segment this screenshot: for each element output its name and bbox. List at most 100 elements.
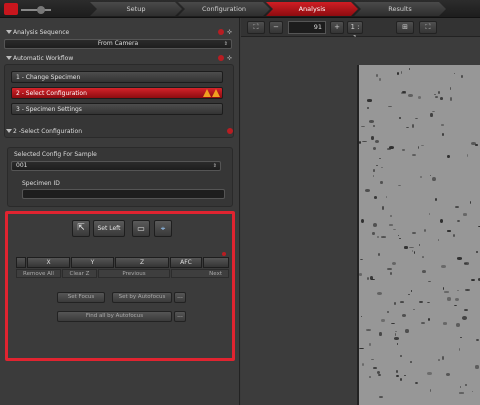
zoom-in-button[interactable]: + <box>330 21 344 34</box>
specimen-particle <box>359 259 364 261</box>
specimen-particle <box>463 262 469 265</box>
specimen-particle <box>396 374 399 377</box>
pin-icon[interactable]: ✜ <box>227 29 233 36</box>
source-dropdown[interactable]: From Camera ⇕ <box>4 39 232 49</box>
specimen-particle <box>411 231 417 234</box>
specimen-particle <box>365 188 370 193</box>
fullscreen-icon: ⛶ <box>425 23 431 31</box>
specimen-particle <box>377 253 380 257</box>
tab-configuration[interactable]: Configuration <box>178 2 270 16</box>
specimen-particle <box>413 250 415 255</box>
specimen-particle <box>373 196 378 199</box>
zoom-ratio-button[interactable]: 1 : 1 <box>347 21 363 42</box>
specimen-particle <box>426 302 430 304</box>
config-dropdown[interactable]: 001 ⇕ <box>11 161 221 171</box>
specimen-particle <box>400 301 405 304</box>
remove-all-button[interactable]: Remove All <box>16 269 61 278</box>
specimen-particle <box>381 205 385 210</box>
specimen-particle <box>457 219 460 222</box>
info-icon[interactable] <box>218 29 224 35</box>
specimen-particle <box>375 164 378 167</box>
axis-y-button[interactable]: Y <box>71 257 114 268</box>
autofocus-more-button[interactable]: ... <box>174 292 186 303</box>
specimen-particle <box>453 304 458 307</box>
zoom-out-button[interactable]: − <box>269 21 283 34</box>
specimen-particle <box>434 95 438 98</box>
specimen-particle <box>457 257 462 260</box>
info-icon[interactable] <box>227 128 233 134</box>
step-select-configuration[interactable]: 2 - Select Configuration <box>11 87 223 99</box>
specimen-particle <box>429 175 432 177</box>
specimen-particle <box>447 297 452 301</box>
viewer-toolbar: ⛶ − 91 + 1 : 1 ⊞ ⛶ <box>241 18 480 42</box>
specimen-particle <box>366 106 369 110</box>
specimen-image[interactable] <box>357 65 480 405</box>
specimen-particle <box>452 233 456 237</box>
step-change-specimen[interactable]: 1 - Change Specimen <box>11 71 223 83</box>
find-all-more-button[interactable]: ... <box>174 311 186 322</box>
specimen-particle <box>372 175 375 178</box>
clear-z-button[interactable]: Clear Z <box>62 269 97 278</box>
specimen-particle <box>474 144 479 146</box>
focus-tool-button[interactable]: ⌖ <box>154 220 172 237</box>
select-configuration-header[interactable]: 2 -Select Configuration <box>3 126 236 137</box>
specimen-particle <box>397 185 402 187</box>
specimen-particle <box>447 154 451 158</box>
specimen-particle <box>465 383 468 387</box>
axis-z-button[interactable]: Z <box>115 257 169 268</box>
set-left-button[interactable]: Set Left <box>93 220 125 237</box>
specimen-particle <box>476 338 479 341</box>
set-by-autofocus-button[interactable]: Set by Autofocus <box>112 292 172 303</box>
previous-button[interactable]: Previous <box>98 269 170 278</box>
specimen-particle <box>413 308 416 310</box>
specimen-particle <box>437 358 441 361</box>
specimen-particle <box>410 290 413 293</box>
folder-icon: ▭ <box>137 224 145 233</box>
tab-setup[interactable]: Setup <box>90 2 182 16</box>
find-all-by-autofocus-button[interactable]: Find all by Autofocus <box>57 311 172 322</box>
grid-icon: ⊞ <box>402 23 408 31</box>
set-focus-button[interactable]: Set Focus <box>57 292 105 303</box>
pointer-button[interactable]: ⇱ <box>72 220 90 237</box>
specimen-particle <box>389 214 393 218</box>
axis-x-button[interactable]: X <box>27 257 70 268</box>
automatic-workflow-header[interactable]: Automatic Workflow ✜ <box>3 53 236 64</box>
info-icon[interactable] <box>218 55 224 61</box>
folder-button[interactable]: ▭ <box>132 220 150 237</box>
specimen-particle <box>389 271 392 276</box>
specimen-particle <box>361 126 365 128</box>
pin-icon[interactable]: ✜ <box>227 55 233 62</box>
specimen-particle <box>373 125 376 127</box>
axis-afc-button[interactable]: AFC <box>170 257 202 268</box>
specimen-particle <box>404 329 410 333</box>
zoom-input[interactable]: 91 <box>288 21 326 34</box>
leica-logo <box>4 3 54 15</box>
image-viewer[interactable] <box>241 37 480 405</box>
specimen-particle <box>461 74 463 78</box>
specimen-particle <box>418 301 424 304</box>
tab-results[interactable]: Results <box>354 2 446 16</box>
specimen-particle <box>392 229 396 231</box>
fit-view-button[interactable]: ⛶ <box>247 21 265 34</box>
specimen-particle <box>394 337 399 340</box>
tab-analysis[interactable]: Analysis <box>266 2 358 16</box>
specimen-particle <box>379 396 384 398</box>
analysis-sequence-header[interactable]: Analysis Sequence ✜ <box>3 27 236 38</box>
specimen-particle <box>410 360 412 363</box>
specimen-particle <box>456 289 459 292</box>
specimen-particle <box>400 71 403 75</box>
top-bar: Setup Configuration Analysis Results <box>0 0 480 18</box>
specimen-particle <box>454 205 460 209</box>
specimen-particle <box>421 145 424 147</box>
fit-view-icon: ⛶ <box>253 23 259 31</box>
next-button[interactable]: Next <box>171 269 229 278</box>
info-icon[interactable] <box>222 252 226 256</box>
step-specimen-settings[interactable]: 3 - Specimen Settings <box>11 103 223 115</box>
fullscreen-button[interactable]: ⛶ <box>419 21 437 34</box>
grid-view-button[interactable]: ⊞ <box>396 21 414 34</box>
specimen-id-field[interactable] <box>22 189 225 199</box>
specimen-particle <box>475 251 479 253</box>
pointer-icon: ⇱ <box>77 223 85 233</box>
specimen-particle <box>371 231 375 236</box>
specimen-particle <box>405 126 409 128</box>
